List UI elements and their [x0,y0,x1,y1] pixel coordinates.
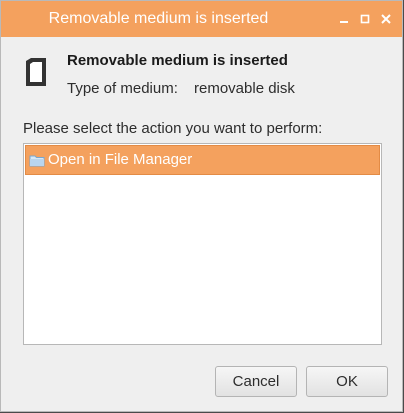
list-item-label: Open in File Manager [48,151,193,168]
dialog-heading: Removable medium is inserted [67,52,288,69]
maximize-icon [360,14,370,24]
ok-button[interactable]: OK [306,366,388,397]
dialog-window: Removable medium is inserted Removable m… [0,0,403,412]
maximize-button[interactable] [357,11,373,27]
action-list[interactable]: Open in File Manager [23,143,382,345]
window-title: Removable medium is inserted [48,10,269,27]
cancel-button[interactable]: Cancel [215,366,297,397]
medium-type-value: removable disk [194,80,295,97]
close-icon [381,14,391,24]
title-bar[interactable]: Removable medium is inserted [1,1,402,37]
minimize-button[interactable] [336,11,352,27]
action-prompt: Please select the action you want to per… [23,120,323,137]
list-item-open-in-file-manager[interactable]: Open in File Manager [25,145,380,175]
medium-type-label: Type of medium: [67,80,178,97]
folder-icon [29,155,45,167]
minimize-icon [340,21,348,23]
removable-disk-icon [26,58,46,86]
close-button[interactable] [378,11,394,27]
